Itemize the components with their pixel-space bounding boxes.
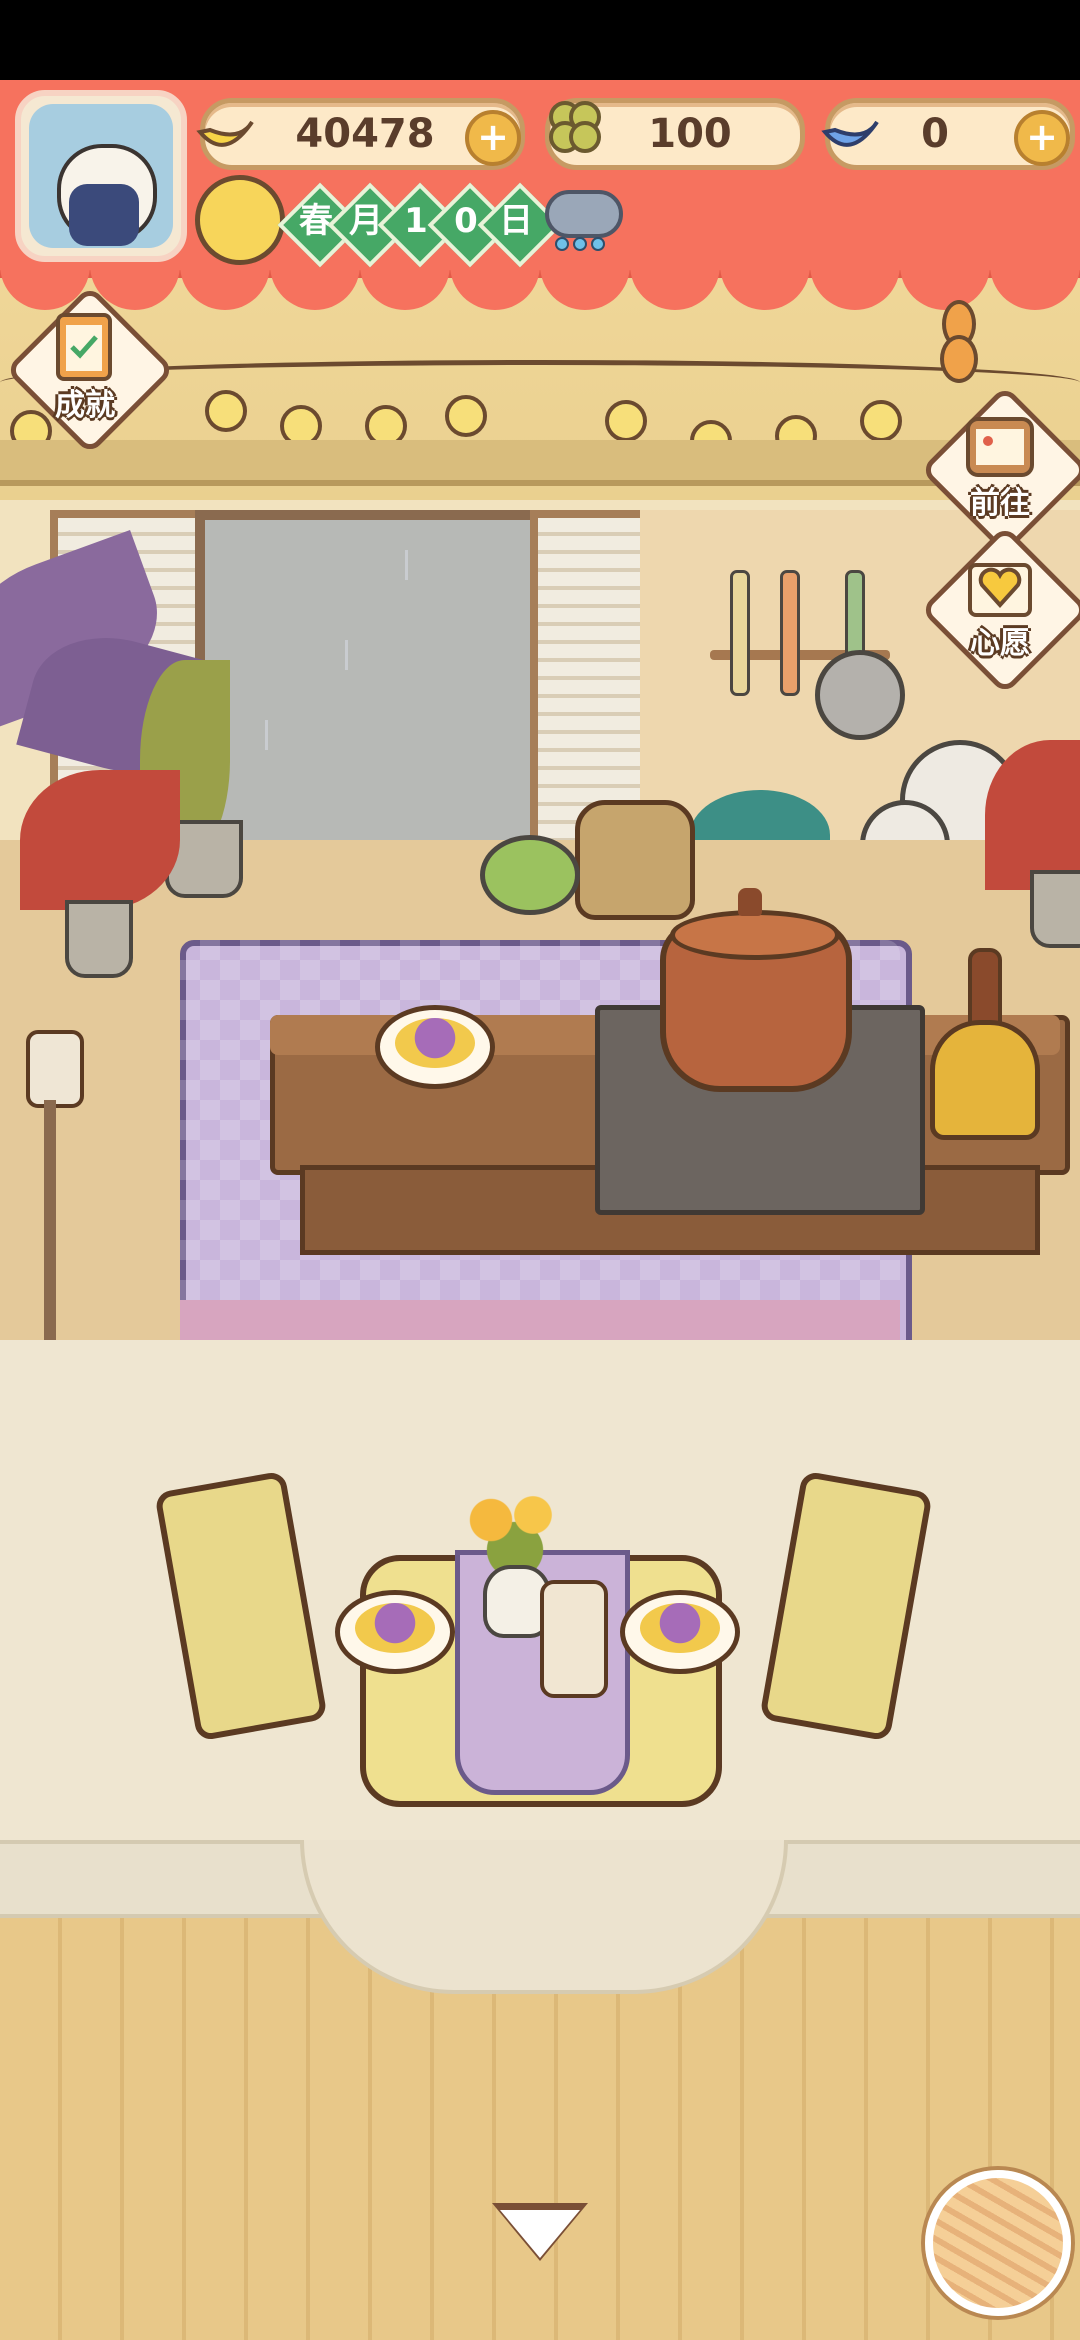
clover-count: 100 bbox=[648, 111, 732, 157]
service-bell-icon[interactable] bbox=[930, 1020, 1040, 1140]
pot-knob-icon bbox=[738, 888, 762, 916]
light-bulb bbox=[445, 395, 487, 437]
blue-banana-icon bbox=[821, 120, 879, 147]
light-bulb bbox=[605, 400, 647, 442]
vegetables-icon bbox=[480, 835, 580, 915]
add-special-bananas-button[interactable]: + bbox=[1014, 110, 1070, 166]
banana-count: 40478 bbox=[295, 111, 435, 157]
light-bulb bbox=[860, 400, 902, 442]
plant-pot bbox=[1030, 870, 1080, 948]
yarn-ball-button[interactable] bbox=[925, 2170, 1071, 2316]
candle-lamp-icon bbox=[540, 1580, 608, 1698]
scroll-down-icon[interactable] bbox=[500, 2210, 580, 2258]
clover-icon bbox=[549, 101, 601, 153]
add-bananas-button[interactable]: + bbox=[465, 110, 521, 166]
kitchen-scene bbox=[0, 80, 1080, 2340]
go-to-button[interactable]: 前往 bbox=[920, 385, 1080, 555]
top-hud: 40478 + 100 0 + 春 月 1 0 日 bbox=[0, 80, 1080, 310]
dish-plate[interactable] bbox=[620, 1590, 740, 1674]
strainer-icon bbox=[815, 650, 905, 740]
heart-book-icon bbox=[968, 563, 1032, 617]
entry-step bbox=[300, 1840, 788, 1994]
wishes-label: 心愿 bbox=[970, 626, 1030, 661]
spatula-icon bbox=[780, 570, 800, 696]
avatar-cat-icon bbox=[29, 104, 173, 248]
cat-suit bbox=[69, 184, 139, 246]
hanging-gourd-icon bbox=[940, 280, 978, 390]
ceiling-beam bbox=[0, 440, 1080, 486]
moon-clock-icon[interactable] bbox=[195, 175, 285, 265]
potato-sack-icon bbox=[575, 800, 695, 920]
banana-icon bbox=[196, 120, 254, 147]
light-bulb bbox=[205, 390, 247, 432]
food-dish-icon bbox=[640, 1603, 720, 1653]
raindrops-icon bbox=[555, 237, 605, 251]
status-bar bbox=[0, 0, 1080, 80]
go-to-label: 前往 bbox=[970, 486, 1030, 521]
ladle-icon bbox=[730, 570, 750, 696]
plant-leaf bbox=[20, 770, 180, 910]
date-day-label: 日 bbox=[499, 201, 533, 241]
food-dish-icon bbox=[395, 1018, 475, 1068]
achievements-label: 成就 bbox=[55, 388, 115, 423]
wishes-button[interactable]: 心愿 bbox=[920, 525, 1080, 695]
window bbox=[195, 510, 555, 860]
plant-pot bbox=[65, 900, 133, 978]
dish-plate[interactable] bbox=[375, 1005, 495, 1089]
food-dish-icon bbox=[355, 1603, 435, 1653]
achievements-button[interactable]: 成就 bbox=[5, 285, 175, 455]
clipboard-icon bbox=[56, 313, 112, 381]
dish-plate[interactable] bbox=[335, 1590, 455, 1674]
pot-lid-icon bbox=[670, 910, 840, 960]
oil-lamp-icon bbox=[26, 1030, 84, 1108]
player-avatar[interactable] bbox=[15, 90, 187, 262]
map-board-icon bbox=[966, 417, 1034, 477]
